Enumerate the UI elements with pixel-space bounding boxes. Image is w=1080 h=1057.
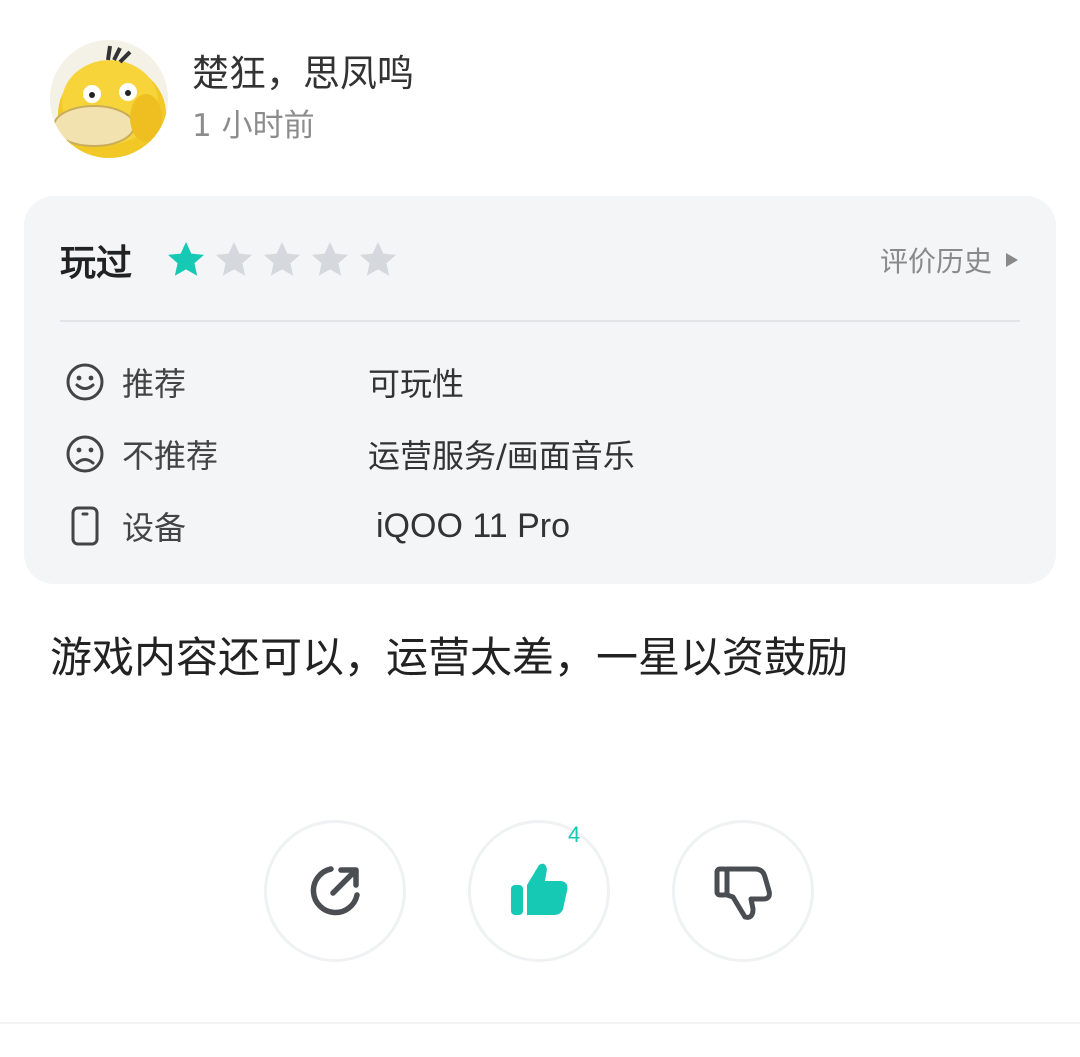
- star-empty-icon: [264, 242, 300, 276]
- frown-icon: [66, 435, 104, 473]
- star-filled-icon: [168, 242, 204, 276]
- review-detail-card: 玩过 评价历史 推荐 可玩性 不推荐 运营服务/画面音乐 设备 iQOO 11 …: [24, 196, 1056, 584]
- star-empty-icon: [360, 242, 396, 276]
- not-recommend-label: 不推荐: [122, 437, 219, 475]
- avatar[interactable]: [50, 40, 168, 158]
- psyduck-avatar-icon: [50, 40, 168, 158]
- like-count: 4: [568, 822, 581, 847]
- thumbs-down-icon: [714, 866, 772, 920]
- star-empty-icon: [216, 242, 252, 276]
- star-rating: [164, 238, 400, 282]
- star-empty-icon: [312, 242, 348, 276]
- share-button[interactable]: [264, 820, 406, 962]
- dislike-button[interactable]: [672, 820, 814, 962]
- not-recommend-row: 不推荐 运营服务/画面音乐: [64, 428, 1020, 480]
- card-divider: [60, 320, 1020, 322]
- post-time: 1 小时前: [192, 108, 315, 144]
- device-value: iQOO 11 Pro: [376, 506, 570, 545]
- not-recommend-value: 运营服务/画面音乐: [368, 437, 635, 475]
- played-status-label: 玩过: [60, 243, 133, 284]
- like-progress-arc: [464, 816, 614, 966]
- recommend-row: 推荐 可玩性: [64, 356, 1020, 408]
- review-text: 游戏内容还可以，运营太差，一星以资鼓励: [50, 633, 849, 682]
- device-label: 设备: [122, 509, 187, 547]
- rating-history-label: 评价历史: [879, 245, 992, 278]
- rating-history-link[interactable]: 评价历史: [880, 240, 1020, 280]
- device-row: 设备 iQOO 11 Pro: [64, 500, 1020, 552]
- triangle-right-icon: [1006, 253, 1018, 267]
- recommend-value: 可玩性: [368, 365, 465, 403]
- review-header: 楚狂，思凤鸣 1 小时前: [50, 38, 414, 160]
- share-icon: [310, 866, 360, 916]
- recommend-label: 推荐: [122, 365, 187, 403]
- phone-icon: [71, 506, 99, 546]
- username[interactable]: 楚狂，思凤鸣: [192, 50, 414, 98]
- smile-icon: [66, 363, 104, 401]
- bottom-divider: [0, 1022, 1080, 1024]
